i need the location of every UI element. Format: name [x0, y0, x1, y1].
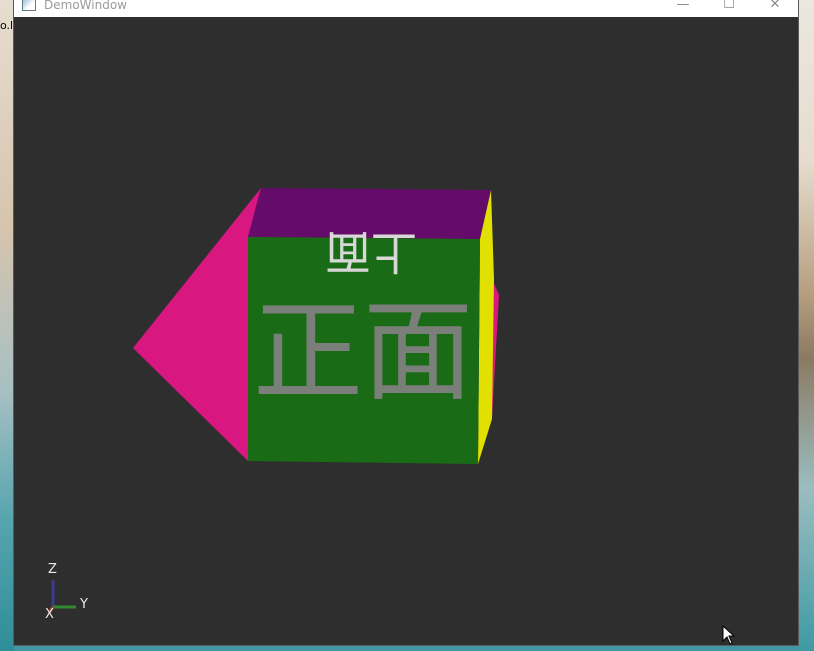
mouse-cursor-icon	[722, 625, 736, 645]
z-axis-label: Z	[48, 562, 57, 577]
close-button[interactable]: ✕	[752, 0, 798, 17]
app-icon	[22, 0, 36, 11]
left-face	[133, 188, 261, 461]
demo-window: DemoWindow — ☐ ✕ 上面 正面 Z Y X	[14, 0, 798, 645]
window-title: DemoWindow	[44, 0, 127, 12]
3d-scene[interactable]: 上面 正面	[14, 17, 798, 645]
desktop-icon-label: o.l	[0, 19, 14, 32]
desktop-background-left	[0, 0, 14, 651]
maximize-icon: ☐	[723, 0, 735, 12]
minimize-icon: —	[676, 0, 690, 12]
desktop-background-right	[798, 0, 814, 651]
y-axis-label: Y	[80, 597, 88, 612]
top-face-label: 上面	[325, 225, 417, 279]
front-face-label: 正面	[253, 288, 473, 416]
3d-viewport[interactable]: 上面 正面 Z Y X	[14, 17, 798, 645]
title-bar[interactable]: DemoWindow — ☐ ✕	[14, 0, 798, 17]
x-axis-label: X	[45, 607, 54, 622]
maximize-button[interactable]: ☐	[706, 0, 752, 17]
minimize-button[interactable]: —	[660, 0, 706, 17]
close-icon: ✕	[769, 0, 781, 12]
